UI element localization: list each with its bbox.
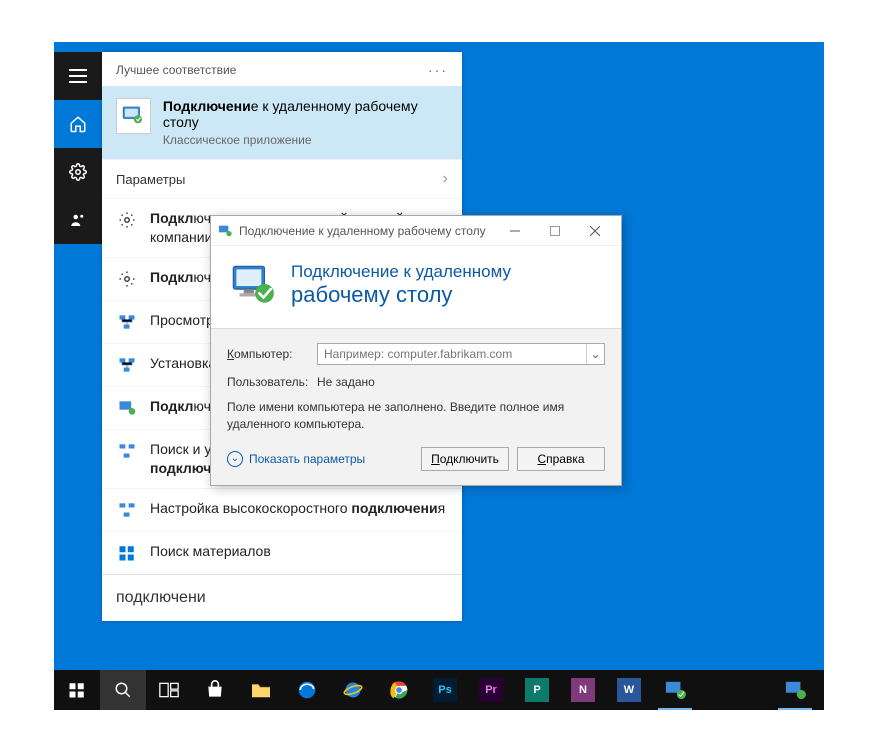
tb-chrome[interactable] (376, 670, 422, 710)
search-box[interactable] (102, 574, 462, 621)
settings-icon (116, 209, 138, 231)
start-rail (54, 52, 102, 244)
tb-publisher[interactable]: P (514, 670, 560, 710)
rail-people[interactable] (54, 196, 102, 244)
chevron-down-icon: ⌄ (227, 451, 243, 467)
best-match-header: Лучшее соответствие ··· (102, 52, 462, 86)
params-label: Параметры (116, 172, 185, 187)
params-header[interactable]: Параметры › (102, 159, 462, 198)
taskview-icon (159, 682, 179, 698)
rdp-icon (664, 680, 686, 700)
computer-label: Компьютер: (227, 347, 307, 361)
close-icon (590, 226, 600, 236)
rdp-icon (116, 397, 138, 419)
tb-photoshop[interactable]: Ps (422, 670, 468, 710)
minimize-button[interactable] (495, 217, 535, 245)
settings-icon (116, 268, 138, 290)
best-match-label: Лучшее соответствие (116, 63, 236, 77)
bm-bold: Подключени (163, 98, 251, 114)
chrome-icon (389, 680, 409, 700)
minimize-icon (510, 226, 520, 236)
tb-ie[interactable] (330, 670, 376, 710)
network-icon (116, 499, 138, 521)
close-button[interactable] (575, 217, 615, 245)
rdp-banner: Подключение к удаленному рабочему столу (211, 246, 621, 328)
rdp-app-icon (116, 98, 151, 134)
edge-icon (297, 680, 317, 700)
hint-text: Поле имени компьютера не заполнено. Введ… (227, 399, 605, 433)
bm-subtitle: Классическое приложение (163, 133, 448, 147)
network-icon (116, 354, 138, 376)
tb-store[interactable] (192, 670, 238, 710)
search-icon (114, 681, 132, 699)
maximize-button[interactable] (535, 217, 575, 245)
search-input[interactable] (116, 589, 448, 607)
tb-edge[interactable] (284, 670, 330, 710)
more-icon[interactable]: ··· (428, 62, 448, 78)
banner-line1: Подключение к удаленному (291, 262, 511, 282)
store-icon (205, 680, 225, 700)
tb-onenote[interactable]: N (560, 670, 606, 710)
user-label: Пользователь: (227, 375, 307, 389)
network-icon (116, 440, 138, 462)
computer-combo[interactable]: ⌄ (317, 343, 605, 365)
hamburger-button[interactable] (54, 52, 102, 100)
best-match-item[interactable]: Подключение к удаленному рабочему столу … (102, 86, 462, 159)
best-match-text: Подключение к удаленному рабочему столу … (163, 98, 448, 147)
taskbar: Ps Pr P N W (54, 670, 824, 710)
maximize-icon (550, 226, 560, 236)
chevron-down-icon[interactable]: ⌄ (586, 344, 604, 364)
rdp-titlebar-icon (217, 223, 233, 239)
rdp-title: Подключение к удаленному рабочему столу (239, 224, 495, 238)
computer-input[interactable] (318, 344, 586, 364)
tb-explorer[interactable] (238, 670, 284, 710)
store-icon (116, 542, 138, 564)
rdp-icon (784, 680, 806, 700)
rail-home[interactable] (54, 100, 102, 148)
tb-rdp[interactable] (652, 670, 698, 710)
start-button[interactable] (54, 670, 100, 710)
network-icon (116, 311, 138, 333)
search-button[interactable] (100, 670, 146, 710)
show-params-link[interactable]: ⌄ Показать параметры (227, 451, 365, 467)
help-button[interactable]: Справка (517, 447, 605, 471)
taskview-button[interactable] (146, 670, 192, 710)
tb-rdp-2[interactable] (772, 670, 818, 710)
rdp-banner-icon (227, 260, 277, 310)
connect-button[interactable]: Подключить (421, 447, 509, 471)
rdp-titlebar[interactable]: Подключение к удаленному рабочему столу (211, 216, 621, 246)
rdp-body: Компьютер: ⌄ Пользователь: Не задано Пол… (211, 328, 621, 485)
rail-settings[interactable] (54, 148, 102, 196)
windows-icon (68, 681, 86, 699)
home-icon (69, 115, 87, 133)
tb-premiere[interactable]: Pr (468, 670, 514, 710)
tb-word[interactable]: W (606, 670, 652, 710)
people-icon (69, 211, 87, 229)
banner-line2: рабочему столу (291, 282, 511, 308)
user-value: Не задано (317, 375, 375, 389)
chevron-right-icon: › (443, 170, 448, 188)
result-item-store[interactable]: Поиск материалов (102, 531, 462, 574)
rdp-dialog: Подключение к удаленному рабочему столу … (210, 215, 622, 486)
gear-icon (69, 163, 87, 181)
folder-icon (250, 681, 272, 699)
ie-icon (343, 680, 363, 700)
hamburger-icon (69, 69, 87, 83)
result-item[interactable]: Настройка высокоскоростного подключения (102, 488, 462, 531)
